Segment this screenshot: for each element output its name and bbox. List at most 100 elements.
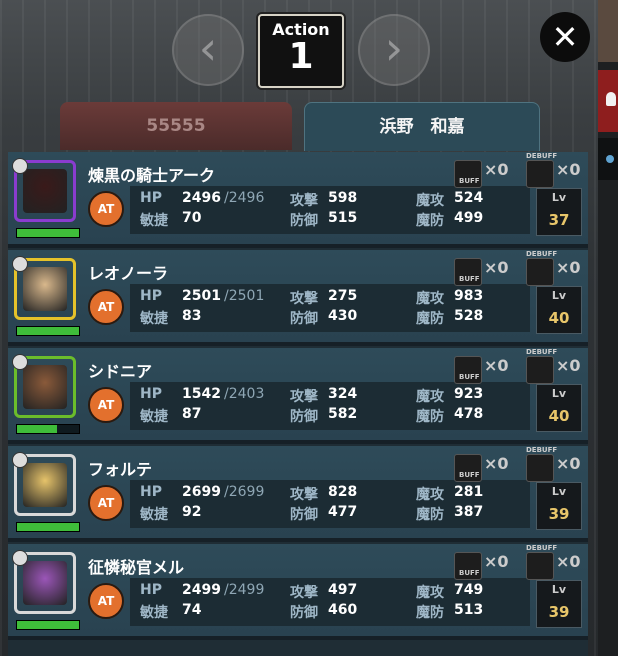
- buff-icon: BUFF: [454, 552, 482, 580]
- atk-label: 攻撃: [290, 389, 318, 405]
- hp-bar: [16, 620, 80, 630]
- speed-value: 92: [182, 504, 202, 520]
- stats-panel: HP 2699 /2699 敏捷 92 攻撃 828 防御 477 魔攻 281…: [130, 480, 530, 528]
- debuff-icon: DEBUFF: [526, 544, 557, 580]
- action-counter: Action 1: [258, 14, 344, 88]
- hp-label: HP: [140, 386, 162, 402]
- hp-bar-fill: [17, 229, 79, 237]
- atk-label: 攻撃: [290, 193, 318, 209]
- element-icon: [12, 452, 28, 468]
- buff-caption: BUFF: [459, 471, 480, 479]
- matk-label: 魔攻: [416, 193, 444, 209]
- matk-value: 281: [454, 484, 484, 500]
- next-action-button[interactable]: ›: [358, 14, 430, 86]
- buff-caption: BUFF: [459, 275, 480, 283]
- level-box: Lv 37: [536, 188, 582, 236]
- prev-action-button[interactable]: ‹: [172, 14, 244, 86]
- tab-opponent[interactable]: 55555: [60, 102, 292, 150]
- hp-bar: [16, 424, 80, 434]
- matk-label: 魔攻: [416, 585, 444, 601]
- buff-count: ×0: [484, 552, 509, 571]
- def-label: 防御: [290, 213, 318, 229]
- close-button[interactable]: ✕: [540, 12, 590, 62]
- debuff-count: ×0: [556, 258, 581, 277]
- speed-value: 83: [182, 308, 202, 324]
- matk-label: 魔攻: [416, 487, 444, 503]
- buff-caption: BUFF: [459, 373, 480, 381]
- mdef-label: 魔防: [416, 213, 444, 229]
- debuff-icon: DEBUFF: [526, 152, 557, 188]
- def-value: 582: [328, 406, 358, 422]
- level-value: 39: [548, 603, 570, 621]
- stats-panel: HP 2501 /2501 敏捷 83 攻撃 275 防御 430 魔攻 983…: [130, 284, 530, 332]
- side-player-tab[interactable]: [598, 70, 618, 132]
- hp-value: 2499: [182, 582, 221, 598]
- unit-face-image: [23, 267, 67, 311]
- level-box: Lv 40: [536, 286, 582, 334]
- unit-portrait: [12, 452, 76, 516]
- buff-caption: BUFF: [459, 569, 480, 577]
- at-badge: AT: [88, 485, 124, 521]
- hp-label: HP: [140, 288, 162, 304]
- element-icon: [12, 158, 28, 174]
- unit-card[interactable]: 煉黒の騎士アーク AT HP 2496 /2496 敏捷 70 攻撃 598 防…: [8, 152, 588, 248]
- at-badge: AT: [88, 583, 124, 619]
- debuff-caption: DEBUFF: [526, 250, 558, 258]
- unit-portrait: [12, 256, 76, 320]
- unit-card[interactable]: 征憐秘官メル AT HP 2499 /2499 敏捷 74 攻撃 497 防御 …: [8, 544, 588, 640]
- buff-icon: BUFF: [454, 160, 482, 188]
- hp-bar-fill: [17, 621, 79, 629]
- def-value: 515: [328, 210, 358, 226]
- mdef-value: 478: [454, 406, 484, 422]
- level-value: 37: [548, 211, 570, 229]
- unit-face-image: [23, 169, 67, 213]
- side-status-tab[interactable]: [598, 138, 618, 180]
- def-label: 防御: [290, 507, 318, 523]
- level-label: Lv: [551, 485, 567, 498]
- mdef-label: 魔防: [416, 409, 444, 425]
- hp-label: HP: [140, 582, 162, 598]
- def-label: 防御: [290, 605, 318, 621]
- status-dot-icon: [606, 155, 614, 163]
- unit-card[interactable]: フォルテ AT HP 2699 /2699 敏捷 92 攻撃 828 防御 47…: [8, 446, 588, 542]
- atk-label: 攻撃: [290, 487, 318, 503]
- side-panel-edge: [598, 0, 618, 656]
- unit-card[interactable]: レオノーラ AT HP 2501 /2501 敏捷 83 攻撃 275 防御 4…: [8, 250, 588, 346]
- unit-portrait: [12, 158, 76, 222]
- chevron-left-icon: ‹: [198, 21, 218, 75]
- hp-label: HP: [140, 484, 162, 500]
- unit-name: シドニア: [88, 362, 153, 381]
- matk-value: 923: [454, 386, 484, 402]
- def-value: 430: [328, 308, 358, 324]
- hp-max: /2699: [224, 484, 265, 500]
- unit-name: 煉黒の騎士アーク: [88, 166, 216, 185]
- user-icon: [606, 92, 616, 106]
- speed-value: 70: [182, 210, 202, 226]
- speed-label: 敏捷: [140, 409, 168, 425]
- unit-list: 煉黒の騎士アーク AT HP 2496 /2496 敏捷 70 攻撃 598 防…: [8, 152, 588, 656]
- atk-value: 275: [328, 288, 358, 304]
- unit-card[interactable]: シドニア AT HP 1542 /2403 敏捷 87 攻撃 324 防御 58…: [8, 348, 588, 444]
- element-icon: [12, 256, 28, 272]
- close-icon: ✕: [551, 18, 579, 56]
- action-number: 1: [288, 36, 314, 77]
- hp-bar: [16, 326, 80, 336]
- level-label: Lv: [551, 289, 567, 302]
- debuff-count: ×0: [556, 552, 581, 571]
- tab-player[interactable]: 浜野 和嘉: [304, 102, 540, 151]
- mdef-value: 528: [454, 308, 484, 324]
- at-badge: AT: [88, 387, 124, 423]
- hp-value: 2501: [182, 288, 221, 304]
- mdef-label: 魔防: [416, 507, 444, 523]
- atk-label: 攻撃: [290, 585, 318, 601]
- matk-value: 749: [454, 582, 484, 598]
- hp-bar: [16, 228, 80, 238]
- debuff-count: ×0: [556, 454, 581, 473]
- debuff-icon: DEBUFF: [526, 250, 557, 286]
- hp-max: /2403: [224, 386, 265, 402]
- level-value: 40: [548, 309, 570, 327]
- def-label: 防御: [290, 409, 318, 425]
- debuff-caption: DEBUFF: [526, 152, 558, 160]
- def-label: 防御: [290, 311, 318, 327]
- hp-max: /2496: [224, 190, 265, 206]
